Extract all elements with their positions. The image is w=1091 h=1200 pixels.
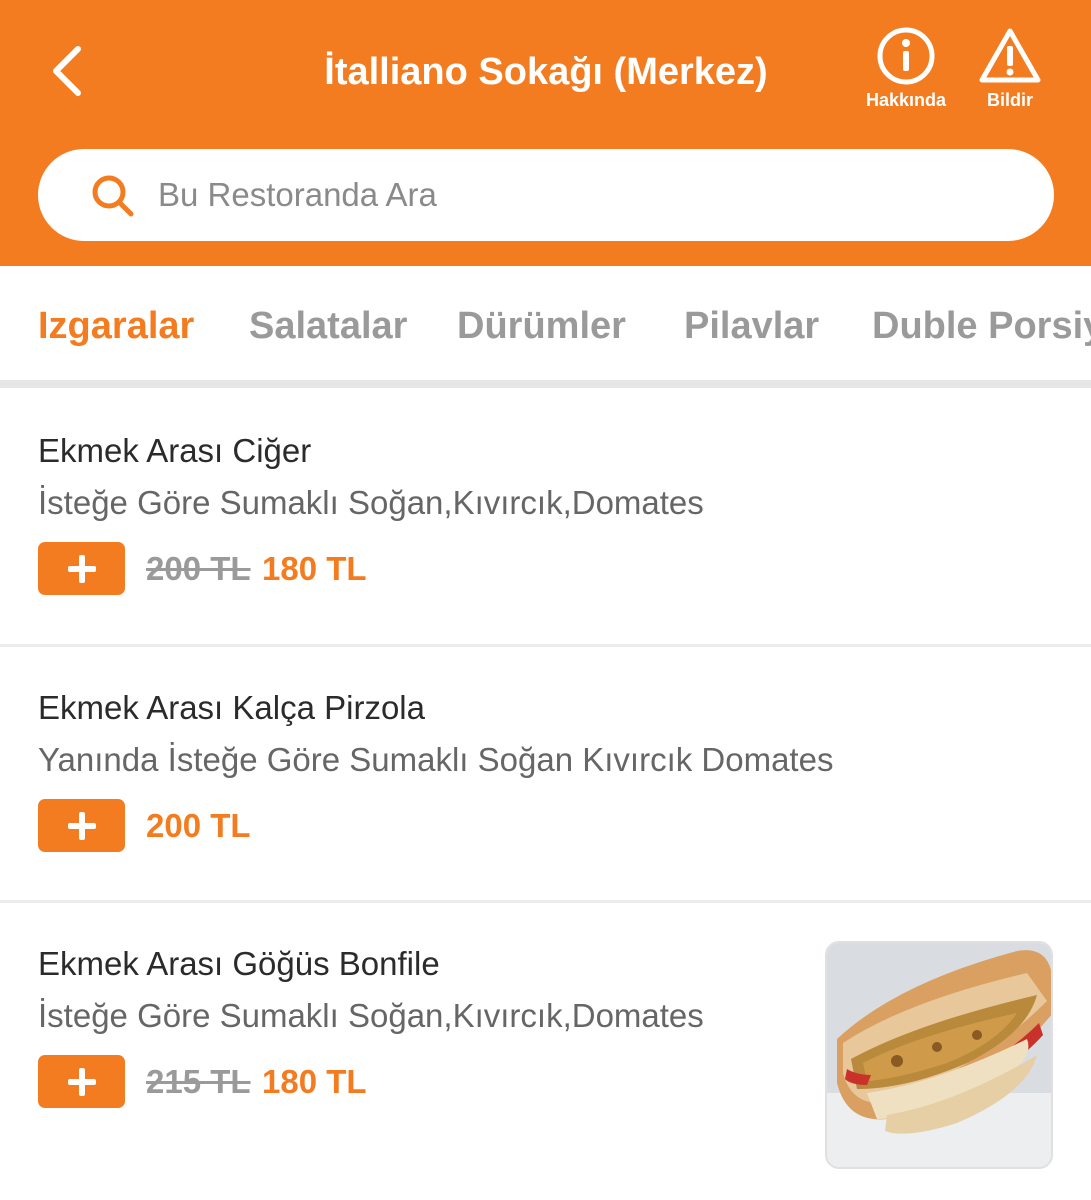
old-price: 200 TL: [146, 550, 251, 587]
about-label: Hakkında: [865, 90, 947, 110]
about-button[interactable]: Hakkında: [856, 26, 956, 118]
old-price: 215 TL: [146, 1063, 251, 1100]
tab-duble-porsiyon[interactable]: Duble Porsiy: [872, 298, 1091, 354]
chevron-left-icon: [53, 46, 81, 96]
category-tabs: Izgaralar Salatalar Dürümler Pilavlar Du…: [0, 266, 1091, 388]
item-description: İsteğe Göre Sumaklı Soğan,Kıvırcık,Domat…: [38, 997, 704, 1034]
page-title: İtalliano Sokağı (Merkez): [324, 51, 768, 93]
item-name: Ekmek Arası Ciğer: [38, 432, 312, 469]
search-bar[interactable]: [38, 149, 1054, 241]
tab-salatalar[interactable]: Salatalar: [249, 298, 407, 354]
menu-item[interactable]: Ekmek Arası Göğüs Bonfile İsteğe Göre Su…: [0, 903, 1091, 1200]
plus-icon: [67, 811, 96, 840]
item-description: Yanında İsteğe Göre Sumaklı Soğan Kıvırc…: [38, 741, 834, 778]
menu-item[interactable]: Ekmek Arası Kalça Pirzola Yanında İsteğe…: [0, 647, 1091, 900]
tab-pilavlar[interactable]: Pilavlar: [684, 298, 819, 354]
item-name: Ekmek Arası Kalça Pirzola: [38, 689, 425, 726]
search-icon: [92, 175, 134, 217]
add-to-cart-button[interactable]: [38, 799, 125, 852]
add-to-cart-button[interactable]: [38, 1055, 125, 1108]
back-button[interactable]: [38, 40, 94, 102]
plus-icon: [67, 554, 96, 583]
tabs-divider: [0, 380, 1091, 388]
top-bar: İtalliano Sokağı (Merkez) Hakkında Bildi…: [0, 0, 1091, 266]
warning-icon: [979, 28, 1041, 83]
add-to-cart-button[interactable]: [38, 542, 125, 595]
item-price: 180 TL: [262, 550, 367, 587]
report-label: Bildir: [986, 90, 1033, 110]
menu-item[interactable]: Ekmek Arası Ciğer İsteğe Göre Sumaklı So…: [0, 388, 1091, 644]
info-icon: [877, 27, 935, 85]
item-price: 180 TL: [262, 1063, 367, 1100]
sandwich-image: [827, 943, 1051, 1167]
item-price: 200 TL: [146, 807, 251, 844]
report-button[interactable]: Bildir: [960, 26, 1060, 118]
item-description: İsteğe Göre Sumaklı Soğan,Kıvırcık,Domat…: [38, 484, 704, 521]
item-photo[interactable]: [825, 941, 1053, 1169]
search-input[interactable]: [158, 171, 1018, 219]
tab-durumler[interactable]: Dürümler: [457, 298, 626, 354]
tab-izgaralar[interactable]: Izgaralar: [38, 298, 194, 354]
plus-icon: [67, 1067, 96, 1096]
item-name: Ekmek Arası Göğüs Bonfile: [38, 945, 440, 982]
